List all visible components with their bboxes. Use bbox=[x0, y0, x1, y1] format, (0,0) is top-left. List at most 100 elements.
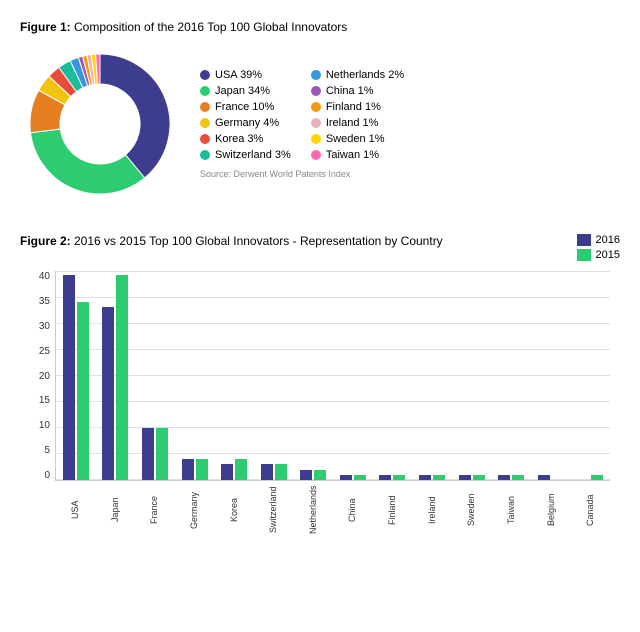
legend-item: Netherlands 2% bbox=[311, 69, 404, 81]
legend-dot bbox=[200, 150, 210, 160]
x-labels: USAJapanFranceGermanyKoreaSwitzerlandNet… bbox=[55, 485, 610, 535]
legend-dot bbox=[200, 134, 210, 144]
bar-2016 bbox=[379, 475, 391, 480]
figure1-title: Figure 1: Composition of the 2016 Top 10… bbox=[20, 20, 620, 34]
bar-2015 bbox=[433, 475, 445, 480]
y-axis-label: 40 bbox=[20, 271, 50, 282]
bar-2015 bbox=[591, 475, 603, 480]
legend-item: Japan 34% bbox=[200, 85, 291, 97]
y-axis-label: 30 bbox=[20, 321, 50, 332]
bar-2016 bbox=[182, 459, 194, 480]
bar-2016 bbox=[63, 275, 75, 480]
legend-label: Ireland 1% bbox=[326, 117, 379, 129]
x-axis-label: Japan bbox=[95, 485, 135, 535]
x-axis-label: Germany bbox=[174, 485, 214, 535]
bar-2016 bbox=[221, 464, 233, 480]
legend-label: Korea 3% bbox=[215, 133, 263, 145]
bar-group bbox=[214, 459, 254, 480]
bars-row bbox=[56, 271, 610, 480]
legend-item: Ireland 1% bbox=[311, 117, 404, 129]
y-axis-label: 25 bbox=[20, 346, 50, 357]
legend-item: Korea 3% bbox=[200, 133, 291, 145]
bar-group bbox=[56, 275, 96, 480]
legend-dot bbox=[311, 134, 321, 144]
bar-2016 bbox=[419, 475, 431, 480]
legend-item: USA 39% bbox=[200, 69, 291, 81]
figure1-source: Source: Derwent World Patents Index bbox=[200, 169, 620, 179]
legend-dot bbox=[311, 150, 321, 160]
bar-2015 bbox=[116, 275, 128, 480]
legend-item: Sweden 1% bbox=[311, 133, 404, 145]
figure1-body: USA 39% Japan 34% France 10% Germany 4% Kore… bbox=[20, 44, 620, 204]
x-axis-label: Korea bbox=[214, 485, 254, 535]
bar-2015 bbox=[196, 459, 208, 480]
figure2-section: Figure 2: 2016 vs 2015 Top 100 Global In… bbox=[20, 234, 620, 531]
fig2-legend-rect bbox=[577, 234, 591, 246]
bar-group bbox=[254, 464, 294, 480]
legend-dot bbox=[311, 118, 321, 128]
x-axis-label: France bbox=[134, 485, 174, 535]
figure2-title: Figure 2: 2016 vs 2015 Top 100 Global In… bbox=[20, 234, 443, 248]
bar-2015 bbox=[512, 475, 524, 480]
bar-2015 bbox=[473, 475, 485, 480]
x-axis-label: Ireland bbox=[412, 485, 452, 535]
legend-dot bbox=[311, 86, 321, 96]
bar-2016 bbox=[459, 475, 471, 480]
x-axis-label: Canada bbox=[570, 485, 610, 535]
legend-dot bbox=[311, 102, 321, 112]
fig2-legend-label: 2016 bbox=[596, 234, 620, 246]
legend-label: Sweden 1% bbox=[326, 133, 385, 145]
legend-dot bbox=[200, 118, 210, 128]
legend-dot bbox=[200, 86, 210, 96]
legend-label: Taiwan 1% bbox=[326, 149, 379, 161]
legend-col-right: Netherlands 2% China 1% Finland 1% Ireland … bbox=[311, 69, 404, 161]
x-axis-label: Switzerland bbox=[253, 485, 293, 535]
legend-label: Finland 1% bbox=[326, 101, 381, 113]
bar-group bbox=[293, 470, 333, 481]
legend-col-left: USA 39% Japan 34% France 10% Germany 4% Kore… bbox=[200, 69, 291, 161]
legend-label: USA 39% bbox=[215, 69, 262, 81]
legend-label: Netherlands 2% bbox=[326, 69, 404, 81]
bar-group bbox=[96, 275, 136, 480]
bar-group bbox=[373, 475, 413, 480]
bar-2015 bbox=[275, 464, 287, 480]
y-axis-label: 5 bbox=[20, 445, 50, 456]
bar-2015 bbox=[156, 428, 168, 481]
fig2-legend-item: 2015 bbox=[577, 249, 620, 261]
figure2-legend: 2016 2015 bbox=[577, 234, 620, 261]
y-axis-label: 35 bbox=[20, 296, 50, 307]
y-axis-label: 0 bbox=[20, 470, 50, 481]
bar-2016 bbox=[498, 475, 510, 480]
x-axis-label: Sweden bbox=[451, 485, 491, 535]
figure2-header: Figure 2: 2016 vs 2015 Top 100 Global In… bbox=[20, 234, 620, 261]
fig2-legend-rect bbox=[577, 249, 591, 261]
legend-item: China 1% bbox=[311, 85, 404, 97]
y-axis-label: 10 bbox=[20, 420, 50, 431]
legend-item: France 10% bbox=[200, 101, 291, 113]
bar-2015 bbox=[314, 470, 326, 481]
legend-dot bbox=[200, 70, 210, 80]
legend-columns: USA 39% Japan 34% France 10% Germany 4% Kore… bbox=[200, 69, 620, 161]
legend-label: Japan 34% bbox=[215, 85, 270, 97]
bar-group bbox=[491, 475, 531, 480]
bar-2016 bbox=[300, 470, 312, 481]
legend-label: China 1% bbox=[326, 85, 374, 97]
fig2-legend-item: 2016 bbox=[577, 234, 620, 246]
fig2-legend-label: 2015 bbox=[596, 249, 620, 261]
legend-label: Germany 4% bbox=[215, 117, 279, 129]
bar-2016 bbox=[102, 307, 114, 480]
x-axis-label: Belgium bbox=[531, 485, 571, 535]
x-axis-label: Netherlands bbox=[293, 485, 333, 535]
bar-group bbox=[452, 475, 492, 480]
bar-group bbox=[333, 475, 373, 480]
bar-2016 bbox=[538, 475, 550, 480]
bar-group bbox=[175, 459, 215, 480]
legend-dot bbox=[200, 102, 210, 112]
bar-2016 bbox=[340, 475, 352, 480]
bar-2015 bbox=[354, 475, 366, 480]
legend-item: Switzerland 3% bbox=[200, 149, 291, 161]
bar-group bbox=[135, 428, 175, 481]
legend-dot bbox=[311, 70, 321, 80]
y-axis-label: 20 bbox=[20, 371, 50, 382]
bar-chart: 0510152025303540 USAJapanFranceGermanyKo… bbox=[55, 271, 610, 531]
